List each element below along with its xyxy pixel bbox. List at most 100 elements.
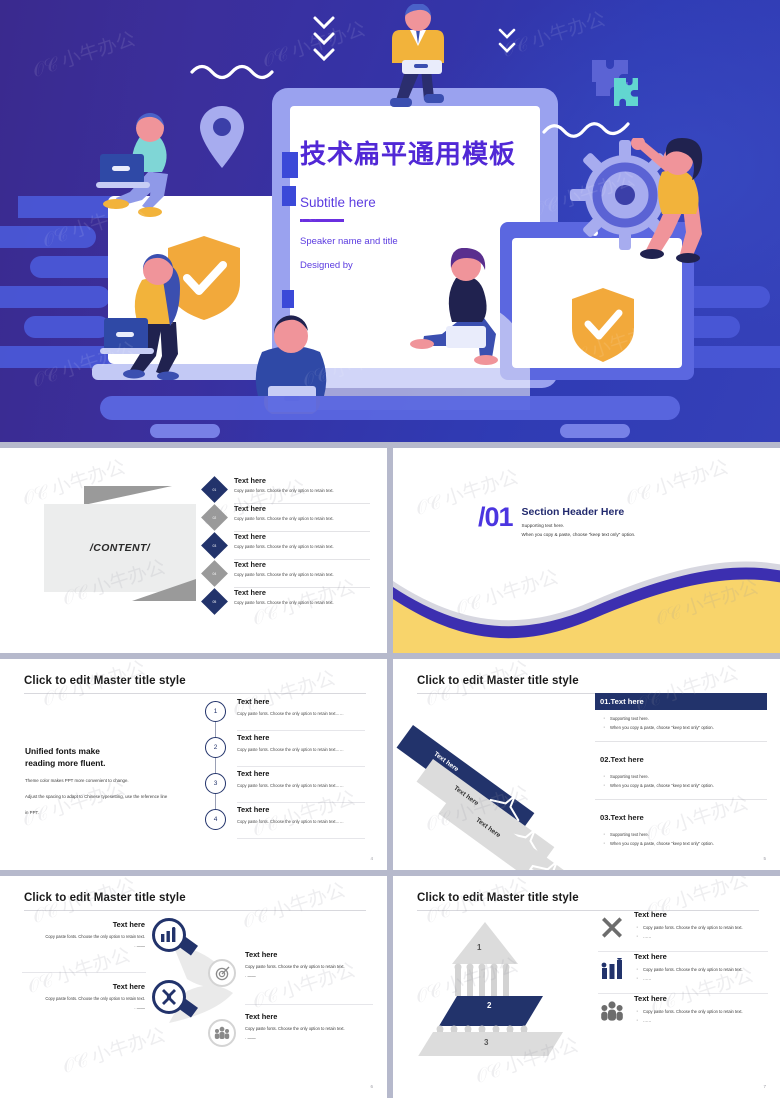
section-support-1: Supporting text here.	[521, 523, 565, 528]
node-body-dash: · ——	[245, 1036, 256, 1041]
wave-graphic	[393, 561, 780, 653]
step-heading: Text here	[237, 697, 270, 706]
list-item[interactable]: 04 Text here Copy paste fonts. Choose th…	[201, 560, 370, 588]
accent-bar	[282, 290, 294, 308]
list-item[interactable]: 1 Text here Copy paste fonts. Choose the…	[205, 697, 365, 737]
item-heading: Text here	[234, 588, 266, 597]
steps-slide[interactable]: Click to edit Master title style Unified…	[0, 659, 387, 870]
bullet: When you copy & paste, choose "keep text…	[603, 782, 767, 789]
list-item[interactable]: 03 Text here Copy paste fonts. Choose th…	[201, 532, 370, 560]
list-item[interactable]: 3 Text here Copy paste fonts. Choose the…	[205, 769, 365, 809]
banner-label: /CONTENT/	[89, 542, 151, 554]
ribbon-text-blocks: 01.Text here Supporting text here. When …	[595, 693, 767, 866]
hero-speaker: Speaker name and title	[300, 235, 398, 247]
list-item[interactable]: 4 Text here Copy paste fonts. Choose the…	[205, 805, 365, 841]
item-body: Copy paste fonts. Choose the only option…	[234, 544, 334, 549]
lead-body-1: Theme color makes PPT more convenient to…	[25, 778, 129, 784]
person-illustration	[96, 112, 168, 217]
divider	[237, 730, 365, 731]
decor-blob	[0, 286, 110, 308]
node-heading: Text here	[245, 950, 278, 959]
bullet: Copy paste fonts. Choose the only option…	[636, 1008, 768, 1015]
airplane-icon	[528, 860, 562, 870]
step-body: Copy paste fonts. Choose the only option…	[237, 819, 344, 824]
bullet: ……	[636, 975, 768, 982]
step-body: Copy paste fonts. Choose the only option…	[237, 747, 344, 752]
section-number: /01	[478, 502, 514, 532]
bullet: ……	[636, 1017, 768, 1024]
lead-body-2: Adjust the spacing to adapt to Chinese t…	[25, 794, 168, 800]
diamond-badge: 01	[201, 476, 228, 503]
node-text-right-2[interactable]: Text here Copy paste fonts. Choose the o…	[245, 1012, 375, 1041]
section-header-slide[interactable]: /01 Section Header Here Supporting text …	[393, 448, 780, 653]
node-text-right-1[interactable]: Text here Copy paste fonts. Choose the o…	[245, 950, 375, 979]
list-item[interactable]: 02.Text here Supporting text here. When …	[595, 751, 767, 800]
bullet: When you copy & paste, choose "keep text…	[603, 724, 767, 731]
pyramid-text-rows: Text here Copy paste fonts. Choose the o…	[598, 910, 768, 1036]
pyramid-slide[interactable]: Click to edit Master title style 1 2 3 T…	[393, 876, 780, 1098]
item-heading: Text here	[234, 560, 266, 569]
ribbon-slide[interactable]: Click to edit Master title style Text he…	[393, 659, 780, 870]
list-item[interactable]: Text here Copy paste fonts. Choose the o…	[598, 952, 768, 994]
target-icon[interactable]	[208, 959, 236, 987]
list-item[interactable]: Text here Copy paste fonts. Choose the o…	[598, 994, 768, 1036]
tools-icon	[600, 916, 626, 940]
diamond-badge: 02	[201, 504, 228, 531]
page-title: 技术扁平通用模板	[300, 139, 517, 169]
people-icon[interactable]	[208, 1019, 236, 1047]
list-item[interactable]: 2 Text here Copy paste fonts. Choose the…	[205, 733, 365, 773]
step-body: Copy paste fonts. Choose the only option…	[237, 711, 344, 716]
divider	[245, 1004, 373, 1005]
node-text-left-2[interactable]: Text here Copy paste fonts. Choose the o…	[20, 982, 145, 1011]
divider	[300, 218, 344, 222]
person-illustration	[100, 253, 180, 380]
bullet: Supporting text here.	[603, 831, 767, 838]
list-item[interactable]: Text here Copy paste fonts. Choose the o…	[598, 910, 768, 952]
divider	[237, 766, 365, 767]
hero-title-block: 技术扁平通用模板 Subtitle here Speaker name and …	[282, 139, 570, 308]
content-slide[interactable]: /CONTENT/ 01 Text here Copy paste fonts.…	[0, 448, 387, 653]
bullet: Copy paste fonts. Choose the only option…	[636, 966, 768, 973]
section-header-block: /01 Section Header Here Supporting text …	[478, 502, 635, 538]
block-heading: 01.Text here	[595, 693, 767, 710]
divider	[24, 693, 366, 694]
list-item[interactable]: 01.Text here Supporting text here. When …	[595, 693, 767, 742]
divider	[24, 910, 366, 911]
shield-check-icon	[572, 288, 634, 362]
diamond-badge: 04	[201, 560, 228, 587]
divider	[22, 972, 146, 973]
step-heading: Text here	[237, 805, 270, 814]
decor-blob	[100, 396, 680, 420]
node-body: Copy paste fonts. Choose the only option…	[245, 964, 345, 969]
bullet: Supporting text here.	[603, 773, 767, 780]
node-body: Copy paste fonts. Choose the only option…	[245, 1026, 345, 1031]
node-heading: Text here	[245, 1012, 278, 1021]
hero-slide[interactable]: 技术扁平通用模板 Subtitle here Speaker name and …	[0, 0, 780, 442]
list-item[interactable]: 05 Text here Copy paste fonts. Choose th…	[201, 588, 370, 616]
person-illustration	[390, 4, 444, 107]
location-pin-icon	[200, 106, 244, 168]
node-text-left-1[interactable]: Text here Copy paste fonts. Choose the o…	[20, 920, 145, 949]
item-heading: Text here	[234, 476, 266, 485]
banner-triangle-top	[84, 486, 172, 505]
list-item[interactable]: 03.Text here Supporting text here. When …	[595, 809, 767, 857]
list-item[interactable]: 02 Text here Copy paste fonts. Choose th…	[201, 504, 370, 532]
bullet: Supporting text here.	[603, 715, 767, 722]
hero-subtitle: Subtitle here	[300, 194, 376, 210]
list-item[interactable]: 01 Text here Copy paste fonts. Choose th…	[201, 476, 370, 504]
chevron-down-icon	[313, 16, 335, 62]
divider	[237, 802, 365, 803]
step-number: 3	[205, 773, 226, 794]
step-number: 2	[205, 737, 226, 758]
row-heading: Text here	[634, 994, 667, 1003]
node-body-dash: · ——	[134, 944, 145, 949]
block-heading: 02.Text here	[600, 755, 644, 764]
bullet: When you copy & paste, choose "keep text…	[603, 840, 767, 847]
step-number: 4	[205, 809, 226, 830]
content-banner: /CONTENT/	[32, 486, 207, 601]
pyramid-graphic[interactable]: 1 2 3	[415, 916, 590, 1058]
people-icon	[600, 1000, 626, 1024]
page-number: 7	[763, 1084, 766, 1089]
magnifier-slide[interactable]: Click to edit Master title style Text he…	[0, 876, 387, 1098]
puzzle-icon	[592, 60, 638, 106]
